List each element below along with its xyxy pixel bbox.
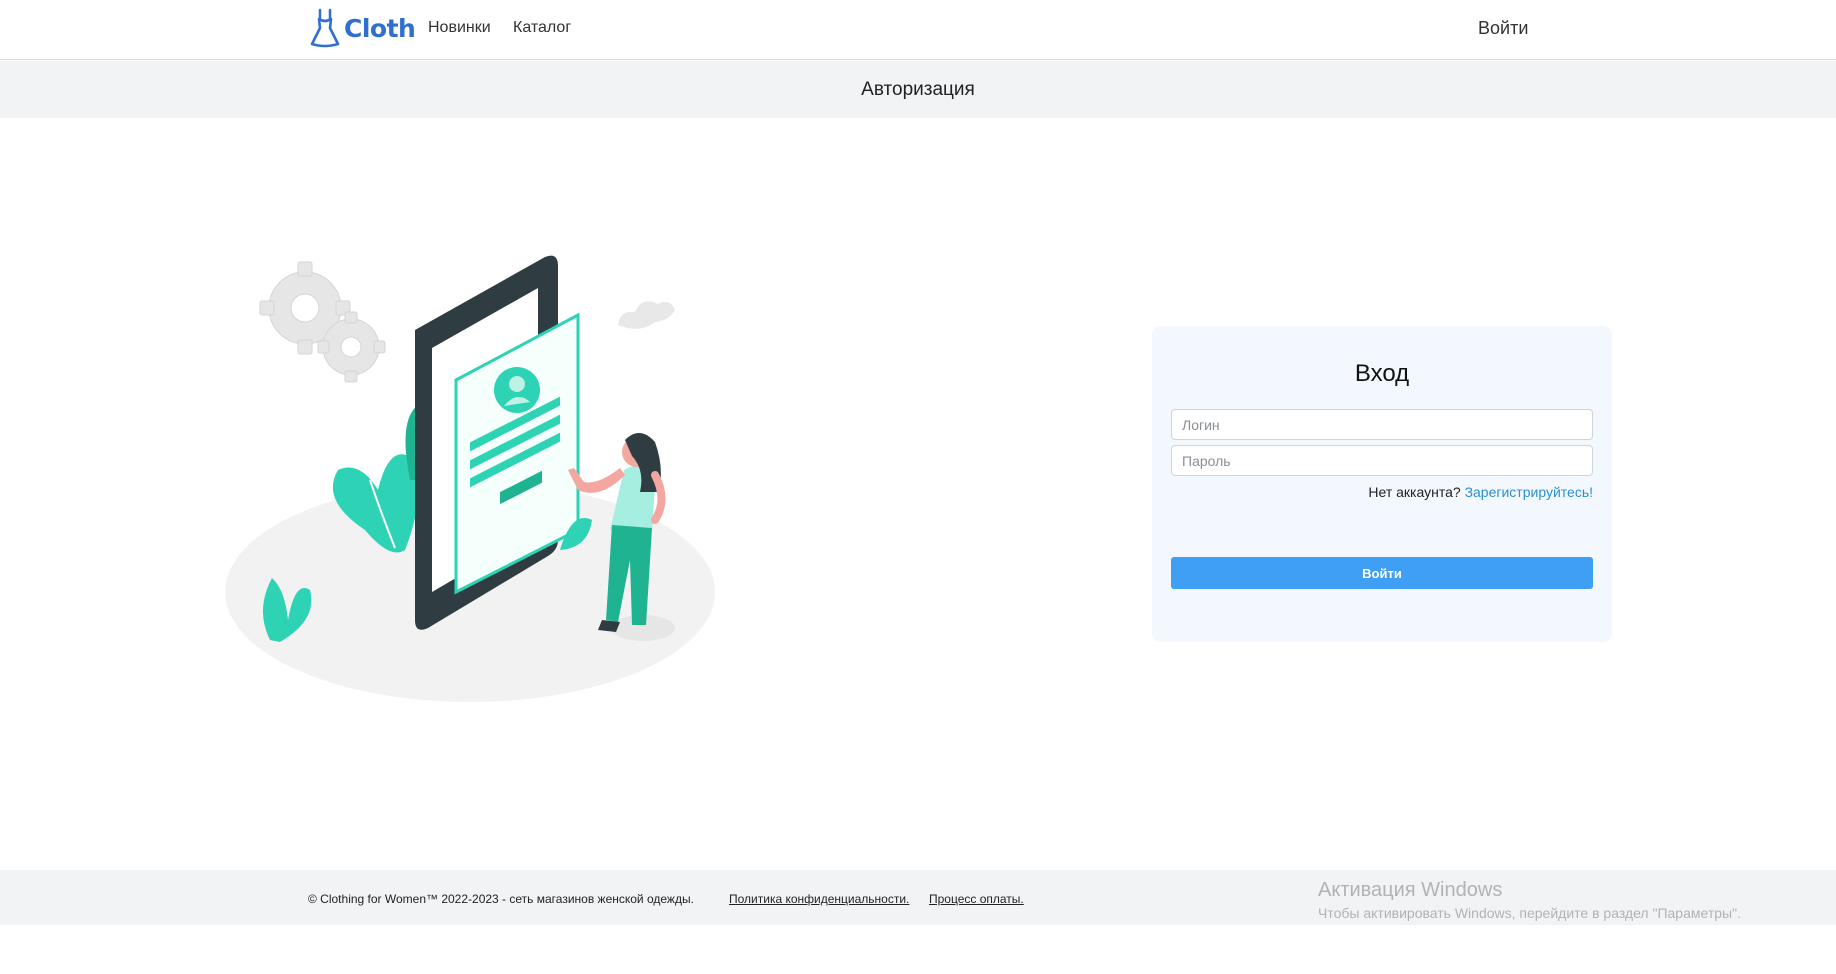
nav-link-catalog[interactable]: Каталог [513,19,571,37]
logo[interactable]: Cloth [310,6,416,50]
nav-login-link[interactable]: Войти [1478,18,1528,39]
login-card: Вход Нет аккаунта? Зарегистрируйтесь! Во… [1152,326,1612,642]
page-title-bar: Авторизация [0,61,1836,118]
windows-activation-title: Активация Windows [1318,879,1503,901]
payment-process-link[interactable]: Процесс оплаты. [929,892,1024,906]
login-illustration [225,255,715,702]
page-title: Авторизация [861,78,975,100]
dress-icon [310,8,340,48]
no-account-text: Нет аккаунта? [1368,484,1461,500]
navbar: Cloth Новинки Каталог Войти [0,0,1836,60]
password-input[interactable] [1171,445,1593,476]
nav-link-new[interactable]: Новинки [428,19,491,37]
register-link[interactable]: Зарегистрируйтесь! [1465,484,1593,500]
windows-activation-subtitle: Чтобы активировать Windows, перейдите в … [1318,905,1741,921]
login-input[interactable] [1171,409,1593,440]
login-title: Вход [1354,360,1410,387]
logo-text: Cloth [344,13,416,43]
login-submit-button[interactable]: Войти [1171,557,1593,589]
copyright-text: © Clothing for Women™ 2022-2023 - сеть м… [308,892,694,906]
no-account-row: Нет аккаунта? Зарегистрируйтесь! [1368,484,1593,500]
privacy-policy-link[interactable]: Политика конфиденциальности. [729,892,909,906]
